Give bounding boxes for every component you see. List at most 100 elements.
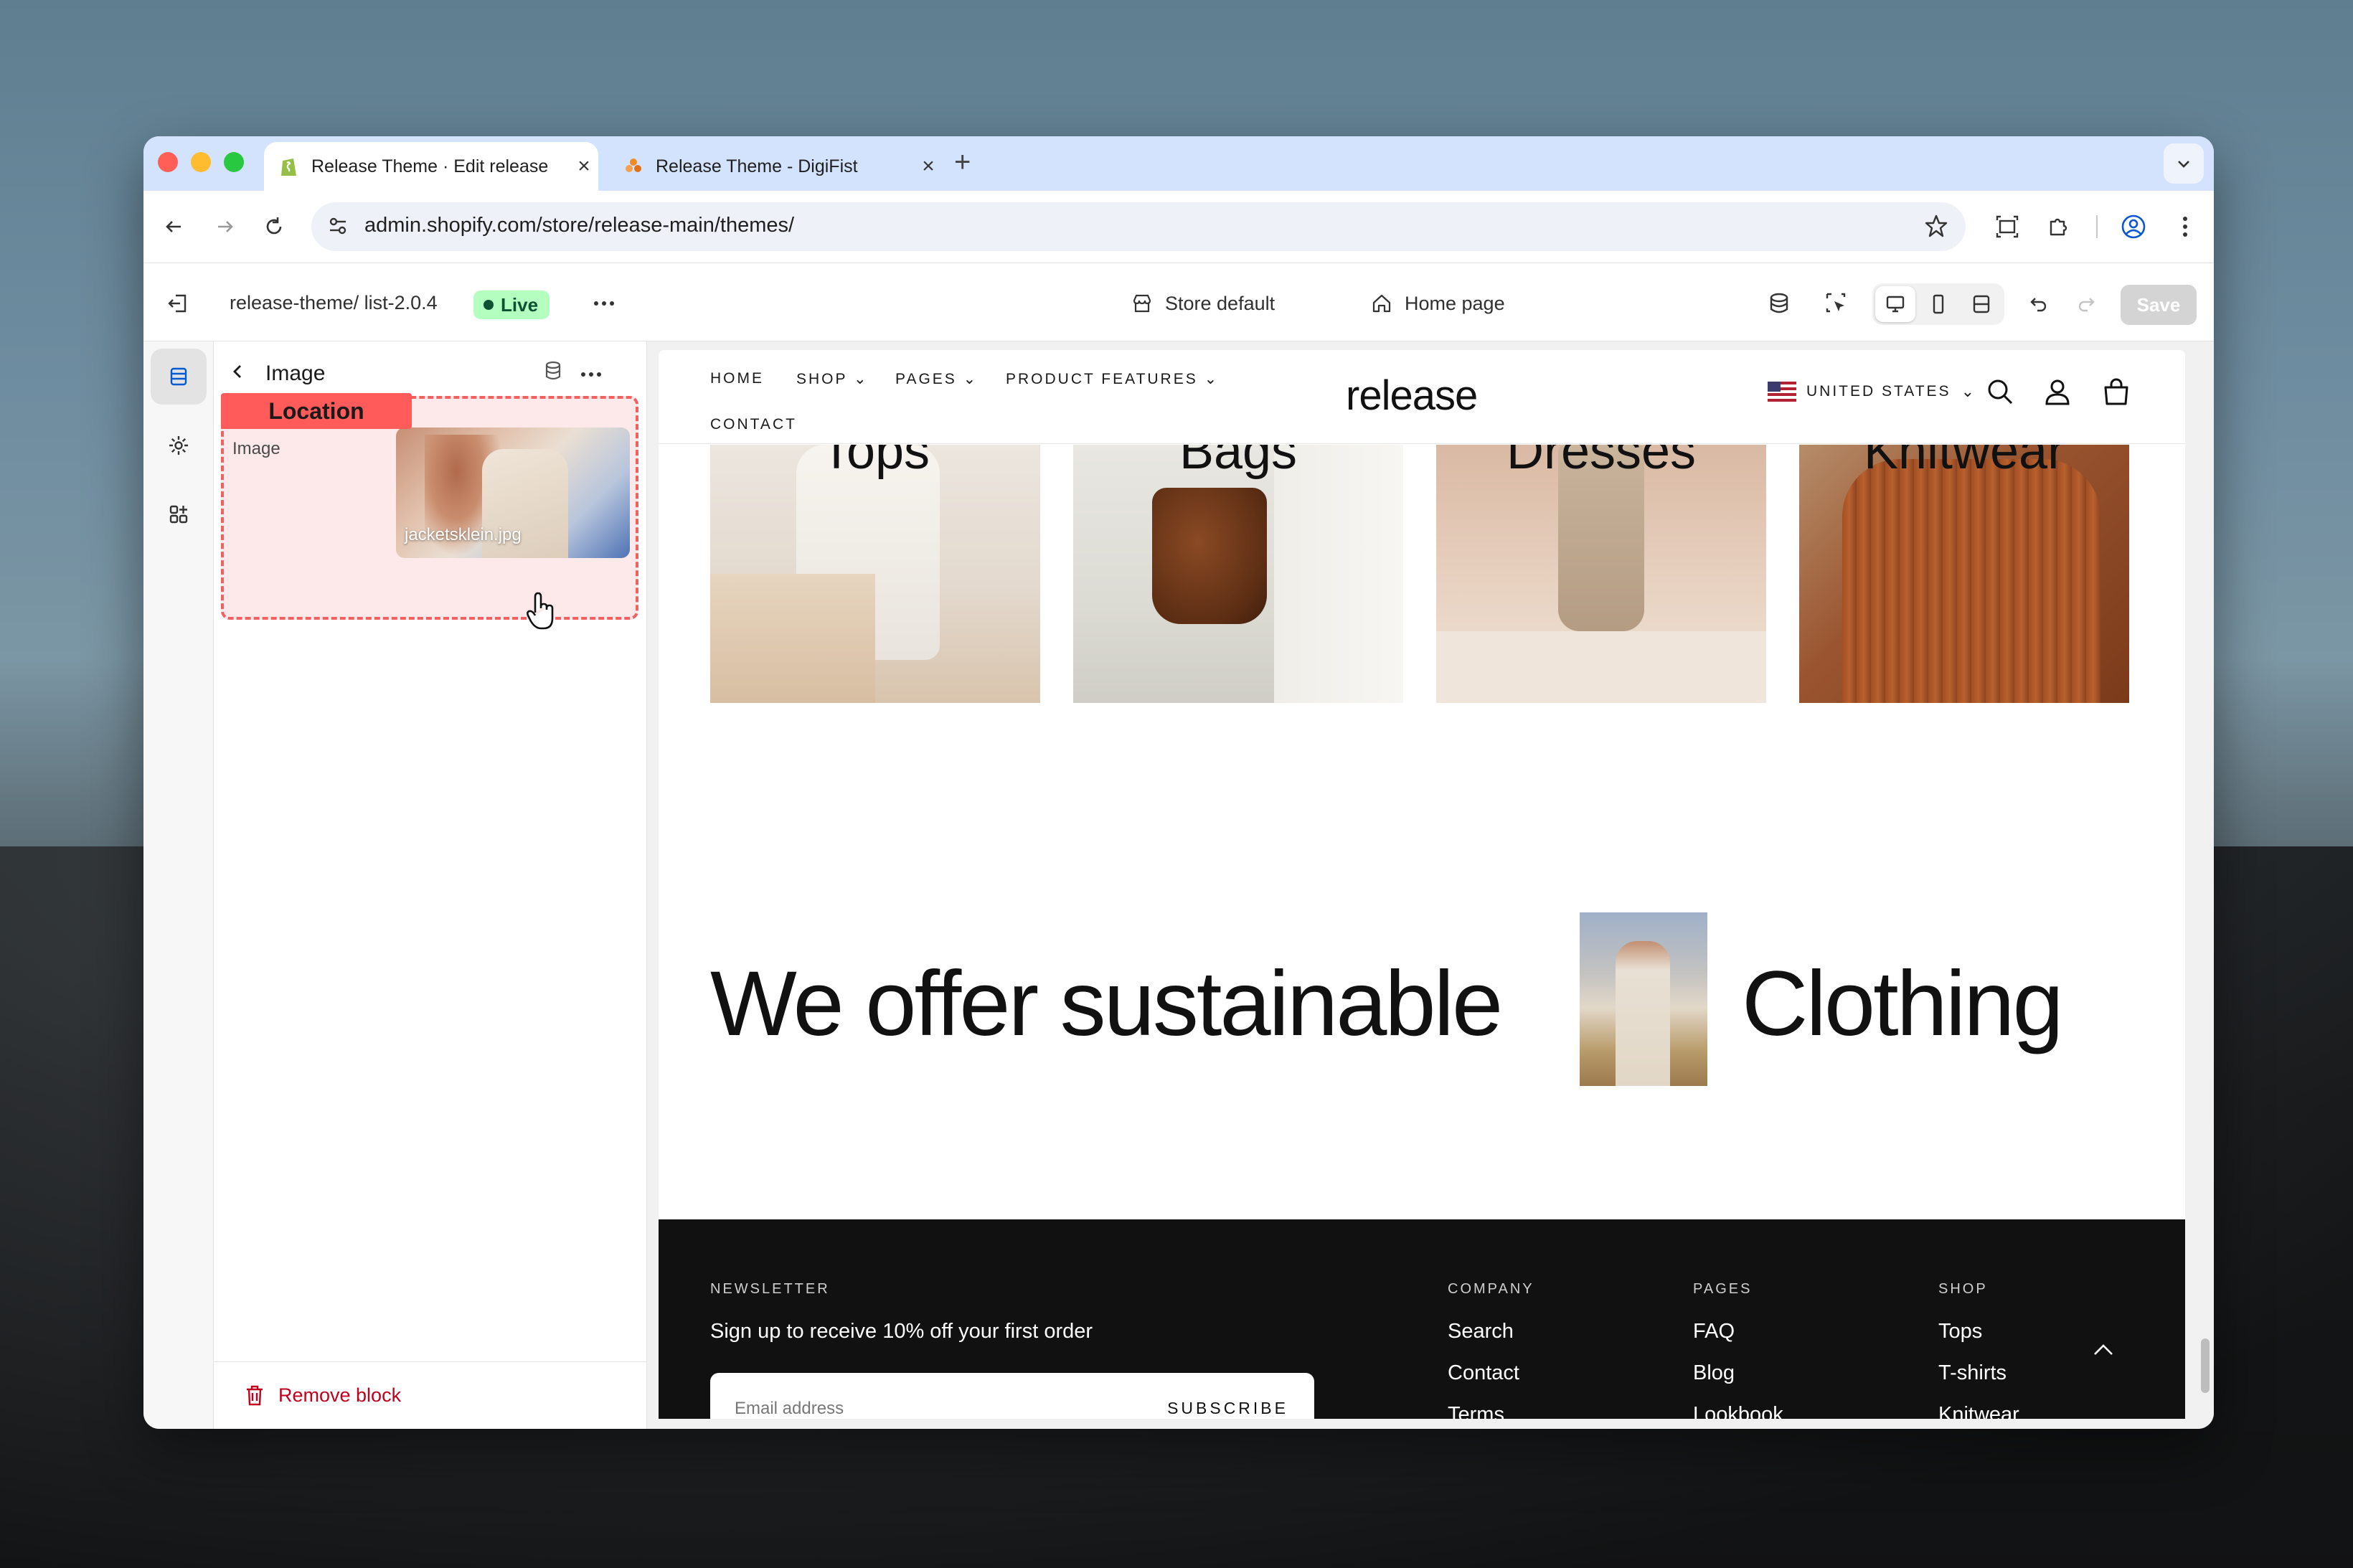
exit-icon — [168, 294, 187, 313]
maximize-window-button[interactable] — [224, 152, 244, 172]
footer-link-search[interactable]: Search — [1448, 1320, 1514, 1343]
save-button[interactable]: Save — [2121, 285, 2197, 325]
undo-button[interactable] — [2022, 286, 2056, 321]
sections-button[interactable] — [151, 349, 207, 405]
tab-close-icon[interactable]: × — [914, 154, 943, 179]
chevron-down-icon: ⌄ — [963, 371, 979, 387]
store-footer: NEWSLETTER Sign up to receive 10% off yo… — [659, 1219, 2185, 1419]
footer-link-contact[interactable]: Contact — [1448, 1361, 1519, 1385]
home-icon — [1372, 294, 1391, 313]
tab-close-icon[interactable]: × — [570, 154, 598, 179]
footer-link-tops[interactable]: Tops — [1938, 1320, 1982, 1343]
back-to-sections-button[interactable] — [228, 362, 248, 385]
theme-settings-button[interactable] — [151, 417, 207, 473]
full-width-view-button[interactable] — [1961, 286, 2001, 322]
extensions-button[interactable] — [2042, 209, 2076, 244]
desktop-view-button[interactable] — [1875, 286, 1915, 322]
profile-button[interactable] — [2116, 209, 2151, 244]
footer-link-tshirts[interactable]: T-shirts — [1938, 1361, 2007, 1385]
hero-text-right: Clothing — [1742, 953, 2064, 1055]
site-settings-icon[interactable] — [326, 214, 350, 242]
newsletter-email-field[interactable]: Email address SUBSCRIBE — [710, 1373, 1314, 1419]
chevron-left-icon — [233, 365, 241, 378]
category-card-knitwear[interactable]: Knitwear — [1799, 445, 2129, 703]
footer-link-faq[interactable]: FAQ — [1693, 1320, 1735, 1343]
store-selector[interactable]: Store default — [1131, 286, 1275, 321]
tab-release-theme-digifist[interactable]: Release Theme - DigiFist × — [608, 142, 943, 191]
hero-inline-image[interactable] — [1580, 912, 1707, 1086]
chevron-down-icon: ⌄ — [853, 371, 869, 387]
tab-search-button[interactable] — [2164, 143, 2204, 184]
gear-icon — [169, 436, 188, 455]
footer-link-lookbook[interactable]: Lookbook — [1693, 1403, 1783, 1419]
location-tag: Location — [221, 393, 412, 429]
back-to-top-button[interactable] — [2090, 1341, 2116, 1362]
preview-scrollbar[interactable] — [2201, 1338, 2210, 1393]
nav-contact[interactable]: CONTACT — [710, 416, 797, 433]
nav-shop[interactable]: SHOP ⌄ — [796, 370, 869, 388]
subscribe-button[interactable]: SUBSCRIBE — [1167, 1399, 1288, 1418]
dresses-floor — [1436, 631, 1766, 703]
apps-button[interactable] — [151, 486, 207, 542]
theme-actions-button[interactable] — [587, 286, 621, 321]
mobile-view-button[interactable] — [1918, 286, 1958, 322]
page-selector-label: Home page — [1405, 292, 1505, 314]
exit-editor-button[interactable] — [161, 286, 195, 321]
bookmark-star-icon[interactable] — [1924, 214, 1948, 242]
screen-capture-button[interactable] — [1990, 209, 2024, 244]
category-card-tops[interactable]: Tops — [710, 445, 1040, 703]
category-label-dresses: Dresses — [1506, 445, 1697, 480]
nav-product-features-label: PRODUCT FEATURES — [1006, 371, 1198, 387]
minimize-window-button[interactable] — [191, 152, 211, 172]
footer-heading-pages: PAGES — [1693, 1281, 1753, 1297]
user-icon — [2045, 379, 2070, 405]
new-tab-button[interactable]: + — [954, 146, 971, 179]
inspector-button[interactable] — [1819, 286, 1854, 321]
image-thumbnail[interactable]: jacketsklein.jpg — [396, 428, 630, 558]
category-label-bags: Bags — [1179, 445, 1298, 480]
image-drop-zone[interactable]: Image jacketsklein.jpg — [221, 396, 638, 630]
database-icon — [1770, 293, 1788, 313]
category-card-bags[interactable]: Bags — [1073, 445, 1403, 703]
footer-link-blog[interactable]: Blog — [1693, 1361, 1735, 1385]
page-selector[interactable]: Home page — [1370, 286, 1505, 321]
image-field-label: Image — [232, 439, 280, 458]
nav-product-features[interactable]: PRODUCT FEATURES ⌄ — [1006, 370, 1219, 388]
country-selector[interactable]: UNITED STATES ⌄ — [1768, 382, 1974, 402]
search-icon — [1988, 379, 2013, 405]
leather-bag — [1152, 488, 1267, 624]
email-placeholder: Email address — [735, 1399, 844, 1418]
block-actions-button[interactable] — [580, 369, 603, 382]
back-button[interactable] — [156, 209, 191, 244]
store-search-button[interactable] — [1986, 377, 2014, 410]
reload-button[interactable] — [257, 209, 291, 244]
header-divider — [659, 443, 2185, 444]
category-card-dresses[interactable]: Dresses — [1436, 445, 1766, 703]
more-vertical-icon — [2183, 217, 2187, 237]
tab-release-theme-edit[interactable]: Release Theme · Edit release × — [264, 142, 598, 191]
remove-block-row: Remove block — [214, 1361, 646, 1429]
newsletter-text: Sign up to receive 10% off your first or… — [710, 1320, 1093, 1343]
connect-source-button[interactable] — [542, 360, 564, 385]
footer-link-knitwear[interactable]: Knitwear — [1938, 1403, 2019, 1419]
nav-home[interactable]: HOME — [710, 370, 764, 387]
arrow-left-icon — [166, 221, 181, 232]
account-button[interactable] — [2043, 377, 2072, 410]
chevron-down-icon: ⌄ — [1961, 382, 1975, 400]
app-embeds-button[interactable] — [1762, 286, 1796, 321]
address-bar[interactable]: admin.shopify.com/store/release-main/the… — [311, 202, 1966, 251]
browser-menu-button[interactable] — [2168, 209, 2202, 244]
forward-button[interactable] — [208, 209, 242, 244]
nav-pages[interactable]: PAGES ⌄ — [895, 370, 978, 388]
redo-button[interactable] — [2069, 286, 2103, 321]
close-window-button[interactable] — [158, 152, 178, 172]
store-logo[interactable]: release — [1346, 372, 1478, 420]
remove-block-button[interactable]: Remove block — [244, 1384, 401, 1407]
footer-link-terms[interactable]: Terms — [1448, 1403, 1504, 1419]
cart-button[interactable] — [2102, 377, 2131, 410]
browser-toolbar: admin.shopify.com/store/release-main/the… — [143, 191, 2214, 263]
profile-icon — [2121, 214, 2146, 239]
select-cursor-icon — [1826, 293, 1846, 313]
hand-cursor-icon — [525, 591, 557, 635]
remove-block-label: Remove block — [278, 1384, 402, 1406]
